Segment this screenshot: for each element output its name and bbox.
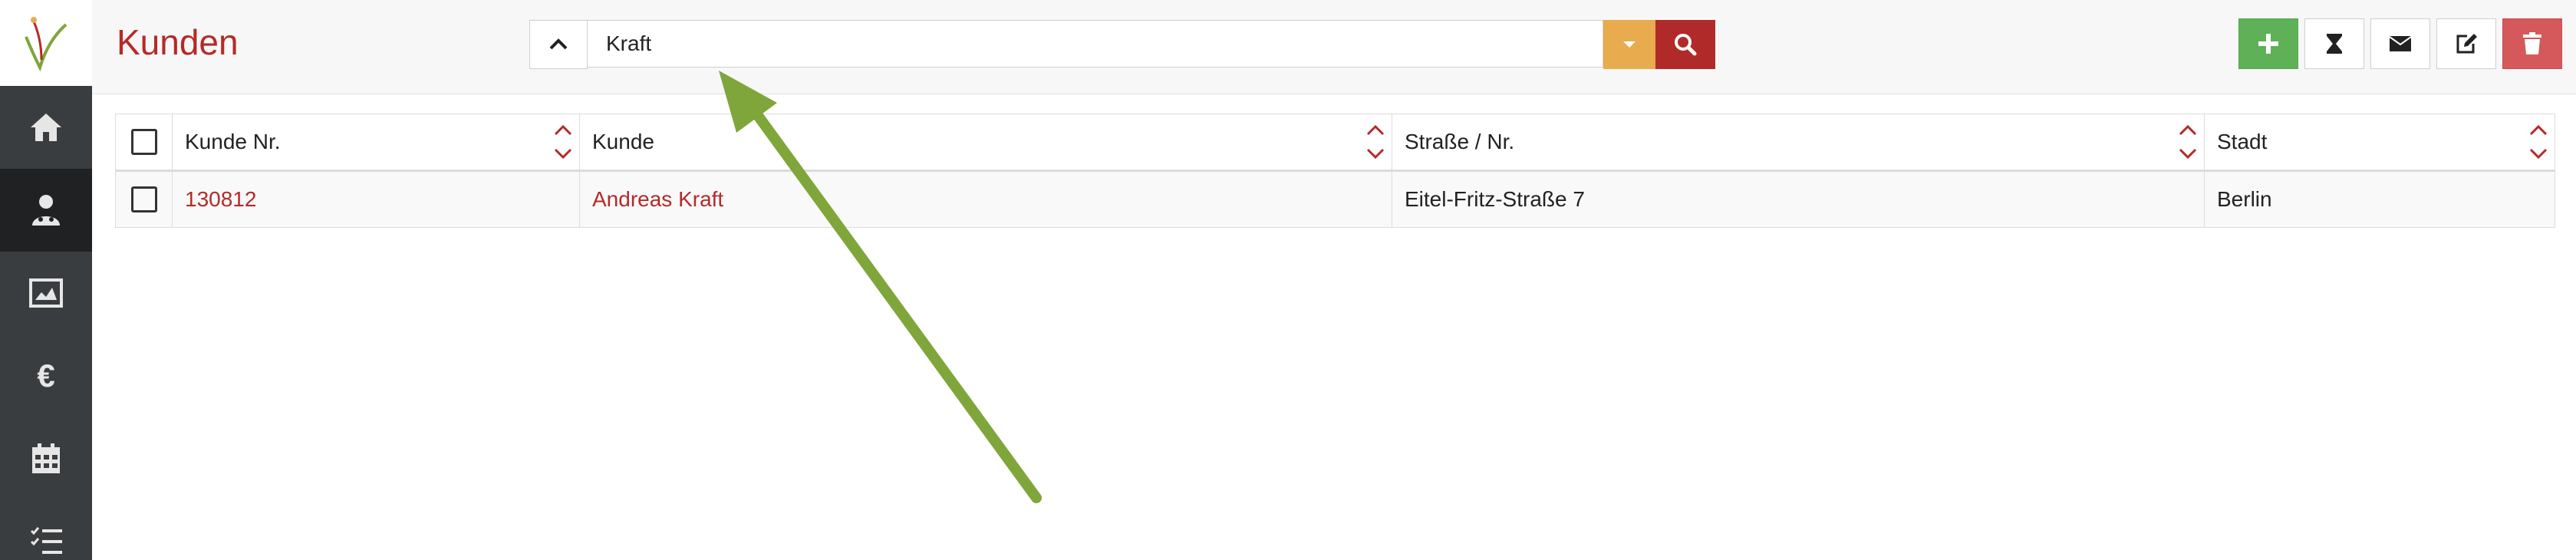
column-label: Stadt bbox=[2217, 130, 2268, 153]
row-checkbox[interactable] bbox=[130, 186, 157, 212]
search-button[interactable] bbox=[1655, 20, 1715, 69]
caret-down-icon bbox=[1623, 41, 1636, 48]
tasks-icon bbox=[30, 527, 62, 554]
edit-icon bbox=[2456, 34, 2477, 54]
delete-button[interactable] bbox=[2502, 18, 2562, 69]
sidebar-item-finance[interactable]: € bbox=[0, 334, 92, 417]
sidebar-item-home[interactable] bbox=[0, 86, 92, 169]
column-label: Straße / Nr. bbox=[1405, 130, 1515, 153]
edit-button[interactable] bbox=[2436, 18, 2496, 69]
column-header-stadt[interactable]: Stadt bbox=[2204, 114, 2555, 172]
sidebar: € bbox=[0, 0, 92, 560]
column-header-kunde-nr[interactable]: Kunde Nr. bbox=[172, 114, 580, 172]
cell-kunde: Andreas Kraft bbox=[579, 170, 1392, 228]
collapse-search-button[interactable] bbox=[529, 20, 588, 69]
sidebar-item-customers[interactable] bbox=[0, 169, 92, 252]
sort-desc-icon bbox=[554, 148, 572, 160]
cell-kunde-nr: 130812 bbox=[172, 170, 580, 228]
add-button[interactable] bbox=[2238, 18, 2298, 69]
sort-icons[interactable] bbox=[2178, 119, 2199, 165]
column-label: Kunde Nr. bbox=[185, 130, 281, 153]
row-select-cell bbox=[115, 170, 173, 228]
home-icon bbox=[31, 114, 61, 141]
app-logo[interactable] bbox=[0, 0, 92, 86]
toolbar bbox=[2238, 18, 2562, 71]
cell-strasse: Eitel-Fritz-Straße 7 bbox=[1392, 170, 2205, 228]
sort-desc-icon bbox=[1366, 148, 1385, 160]
image-icon bbox=[29, 278, 63, 308]
sidebar-item-gallery[interactable] bbox=[0, 252, 92, 334]
euro-icon: € bbox=[37, 357, 55, 394]
sidebar-item-tasks[interactable] bbox=[0, 500, 92, 560]
customers-table: Kunde Nr. Kunde Straße / Nr. Stadt 13081… bbox=[115, 114, 2555, 228]
email-button[interactable] bbox=[2370, 18, 2430, 69]
add-icon bbox=[2258, 34, 2278, 54]
trash-icon bbox=[2523, 32, 2541, 54]
sort-desc-icon bbox=[2179, 148, 2197, 160]
sort-icons[interactable] bbox=[2528, 119, 2550, 165]
sort-icons[interactable] bbox=[553, 119, 575, 165]
envelope-icon bbox=[2389, 36, 2412, 51]
sort-asc-icon bbox=[1366, 124, 1385, 136]
search-input[interactable] bbox=[588, 20, 1603, 68]
cell-stadt: Berlin bbox=[2204, 170, 2555, 228]
sort-desc-icon bbox=[2529, 148, 2548, 160]
column-header-kunde[interactable]: Kunde bbox=[579, 114, 1392, 172]
search-bar bbox=[529, 20, 1715, 69]
select-all-checkbox[interactable] bbox=[130, 129, 157, 155]
table-row[interactable]: 130812 Andreas Kraft Eitel-Fritz-Straße … bbox=[115, 170, 2555, 228]
sort-asc-icon bbox=[2179, 124, 2197, 136]
filter-dropdown-button[interactable] bbox=[1603, 20, 1655, 69]
page-title: Kunden bbox=[117, 22, 239, 62]
customer-name-link[interactable]: Andreas Kraft bbox=[592, 187, 723, 211]
calendar-icon bbox=[32, 443, 60, 473]
sidebar-item-calendar[interactable] bbox=[0, 417, 92, 500]
sort-asc-icon bbox=[2529, 124, 2548, 136]
hourglass-icon bbox=[2327, 34, 2342, 54]
search-icon bbox=[1675, 34, 1697, 56]
column-label: Kunde bbox=[592, 130, 654, 153]
logo-icon bbox=[25, 17, 68, 72]
column-header-strasse[interactable]: Straße / Nr. bbox=[1392, 114, 2205, 172]
customer-number-link[interactable]: 130812 bbox=[185, 187, 256, 211]
sort-icons[interactable] bbox=[1365, 119, 1387, 165]
sort-asc-icon bbox=[554, 124, 572, 136]
history-button[interactable] bbox=[2304, 18, 2364, 69]
customers-icon bbox=[32, 195, 60, 226]
select-all-cell bbox=[115, 114, 173, 172]
chevron-up-icon bbox=[549, 38, 568, 50]
table-header-row: Kunde Nr. Kunde Straße / Nr. Stadt bbox=[115, 114, 2555, 172]
